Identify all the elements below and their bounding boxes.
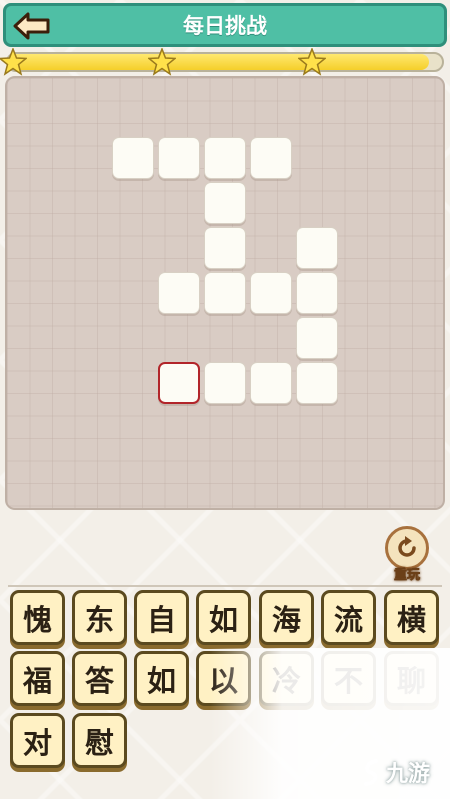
board-cell[interactable] bbox=[296, 227, 338, 269]
board-cell[interactable] bbox=[204, 272, 246, 314]
star-icon bbox=[148, 48, 176, 76]
board-cell[interactable] bbox=[112, 137, 154, 179]
board-cell[interactable] bbox=[250, 137, 292, 179]
progress-fill bbox=[8, 54, 429, 70]
answer-tile[interactable]: 自 bbox=[134, 590, 189, 645]
progress-bar bbox=[6, 52, 444, 72]
board-cell[interactable] bbox=[158, 137, 200, 179]
header-bar: 每日挑战 bbox=[3, 3, 447, 47]
watermark-logo: 九游 bbox=[360, 752, 450, 792]
replay-label: 重玩 bbox=[393, 568, 421, 584]
page-title: 每日挑战 bbox=[183, 14, 267, 38]
board-cell[interactable] bbox=[296, 362, 338, 404]
board-cell[interactable] bbox=[250, 272, 292, 314]
watermark-swirl-icon bbox=[364, 759, 378, 786]
board-cell[interactable] bbox=[204, 137, 246, 179]
back-arrow-icon bbox=[13, 12, 50, 40]
answer-tile[interactable]: 愧 bbox=[10, 590, 65, 645]
answer-tile[interactable]: 如 bbox=[196, 590, 251, 645]
board-cell[interactable] bbox=[296, 272, 338, 314]
board-cell[interactable] bbox=[158, 272, 200, 314]
answer-tile[interactable]: 横 bbox=[384, 590, 439, 645]
answer-tile[interactable]: 福 bbox=[10, 651, 65, 706]
board-cell[interactable] bbox=[204, 362, 246, 404]
answer-tile[interactable]: 慰 bbox=[72, 713, 127, 768]
back-button[interactable] bbox=[12, 12, 52, 40]
answer-tile[interactable]: 海 bbox=[259, 590, 314, 645]
divider bbox=[8, 585, 442, 587]
star-icon bbox=[0, 48, 27, 76]
board-cell[interactable] bbox=[250, 362, 292, 404]
board-cell[interactable] bbox=[204, 227, 246, 269]
board-cell[interactable] bbox=[204, 182, 246, 224]
answer-tile[interactable]: 流 bbox=[321, 590, 376, 645]
answer-tile[interactable]: 如 bbox=[134, 651, 189, 706]
board-cell[interactable] bbox=[296, 317, 338, 359]
answer-tile[interactable]: 东 bbox=[72, 590, 127, 645]
board-cell[interactable] bbox=[158, 362, 200, 404]
answer-tile[interactable]: 对 bbox=[10, 713, 65, 768]
star-icon bbox=[298, 48, 326, 76]
watermark-text: 九游 bbox=[386, 762, 431, 787]
answer-tile[interactable]: 答 bbox=[72, 651, 127, 706]
replay-button[interactable]: 重玩 bbox=[381, 526, 433, 584]
